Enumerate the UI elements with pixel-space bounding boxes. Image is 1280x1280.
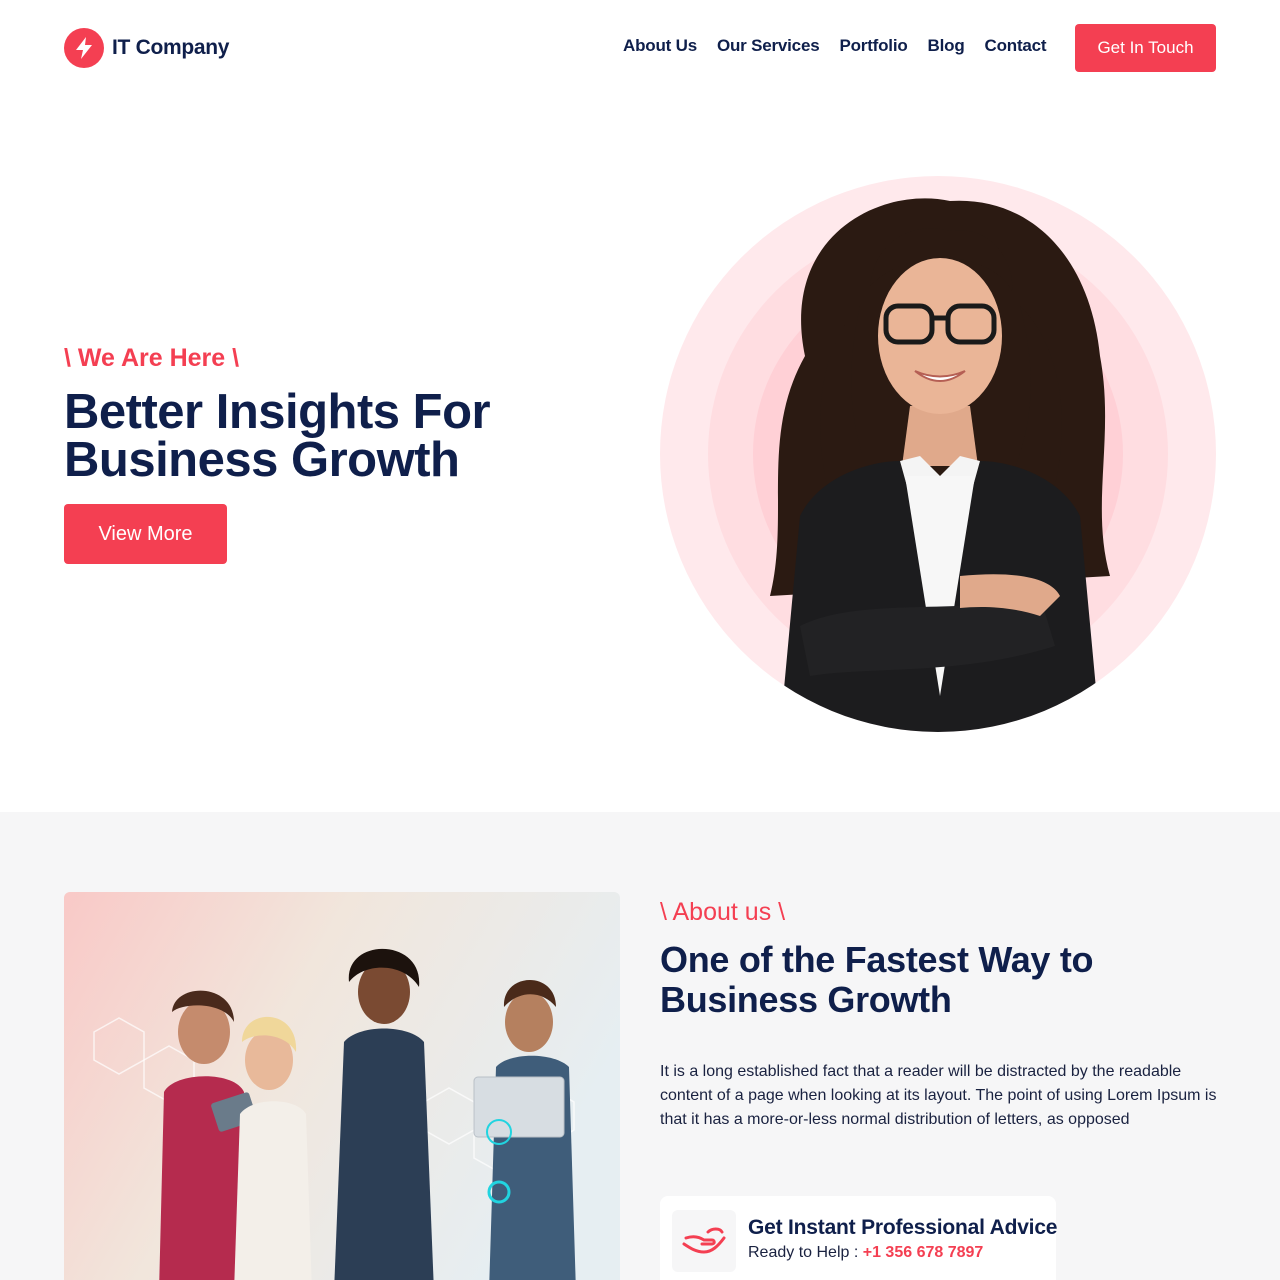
brand-logo[interactable]: IT Company bbox=[64, 28, 229, 68]
nav-item-about-us[interactable]: About Us bbox=[623, 36, 697, 56]
advice-contact-prefix: Ready to Help : bbox=[748, 1244, 863, 1261]
about-tagline: \ About us \ bbox=[660, 898, 786, 926]
site-header: IT Company About Us Our Services Portfol… bbox=[0, 0, 1280, 96]
helping-hand-icon bbox=[672, 1210, 736, 1272]
hero-portrait-image bbox=[660, 176, 1216, 732]
about-title: One of the Fastest Way to Business Growt… bbox=[660, 939, 1094, 1020]
nav-item-contact[interactable]: Contact bbox=[985, 36, 1047, 56]
about-paragraph: It is a long established fact that a rea… bbox=[660, 1063, 1217, 1128]
phone-link[interactable]: +1 356 678 7897 bbox=[863, 1244, 984, 1261]
nav-item-our-services[interactable]: Our Services bbox=[717, 36, 820, 56]
about-section: \ About us \ One of the Fastest Way to B… bbox=[0, 812, 1280, 1280]
advice-card: Get Instant Professional Advice Ready to… bbox=[660, 1196, 1058, 1280]
advice-contact-line: Ready to Help : +1 356 678 7897 bbox=[748, 1244, 983, 1262]
lightning-bolt-icon bbox=[64, 28, 104, 68]
team-photo bbox=[64, 892, 620, 1280]
get-in-touch-button[interactable]: Get In Touch bbox=[1075, 24, 1216, 72]
advice-title: Get Instant Professional Advice bbox=[748, 1216, 1058, 1239]
brand-name: IT Company bbox=[112, 36, 230, 59]
hero-tagline: \ We Are Here \ bbox=[64, 344, 240, 372]
nav-item-blog[interactable]: Blog bbox=[928, 36, 965, 56]
main-nav: About Us Our Services Portfolio Blog Con… bbox=[623, 36, 1047, 56]
view-more-button[interactable]: View More bbox=[64, 504, 227, 564]
nav-item-portfolio[interactable]: Portfolio bbox=[839, 36, 907, 56]
hero-title: Better Insights For Business Growth bbox=[64, 385, 491, 487]
